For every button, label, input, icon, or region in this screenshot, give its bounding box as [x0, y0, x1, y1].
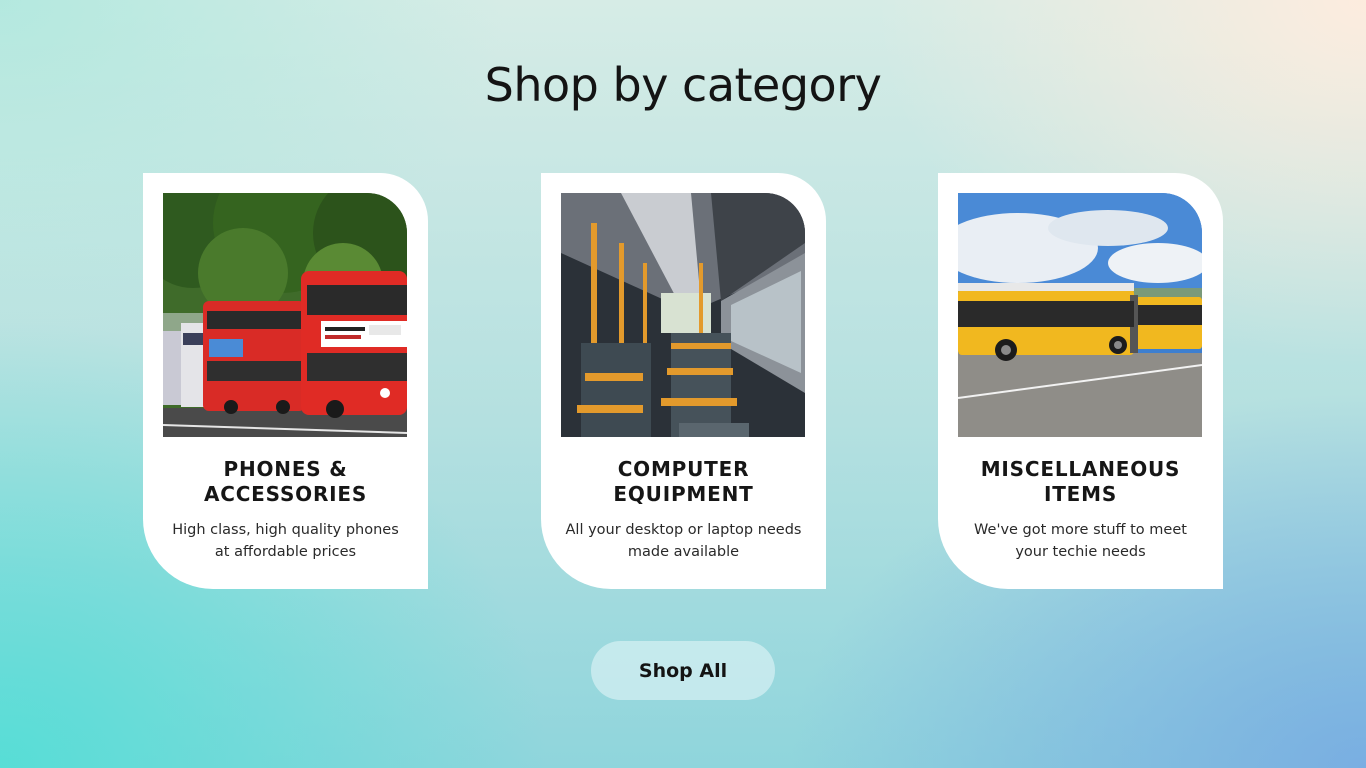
category-card-phones[interactable]: PHONES & ACCESSORIES High class, high qu…: [143, 173, 428, 589]
yellow-bus-photo: [958, 193, 1202, 437]
category-image-computer[interactable]: [561, 193, 805, 437]
category-card-computer[interactable]: COMPUTER EQUIPMENT All your desktop or l…: [541, 173, 826, 589]
category-image-misc[interactable]: [958, 193, 1202, 437]
category-description: We've got more stuff to meet your techie…: [974, 522, 1187, 560]
category-description: All your desktop or laptop needs made av…: [565, 522, 802, 560]
bus-interior-photo: [561, 193, 805, 437]
category-card-misc[interactable]: MISCELLANEOUS ITEMS We've got more stuff…: [938, 173, 1223, 589]
shop-all-button[interactable]: Shop All: [591, 641, 775, 700]
category-title[interactable]: COMPUTER EQUIPMENT: [551, 457, 816, 507]
category-title[interactable]: PHONES & ACCESSORIES: [153, 457, 418, 507]
category-image-phones[interactable]: [163, 193, 407, 437]
category-title[interactable]: MISCELLANEOUS ITEMS: [948, 457, 1213, 507]
section-title: Shop by category: [484, 58, 882, 112]
red-buses-photo: [163, 193, 407, 437]
category-description: High class, high quality phones at affor…: [172, 522, 399, 560]
